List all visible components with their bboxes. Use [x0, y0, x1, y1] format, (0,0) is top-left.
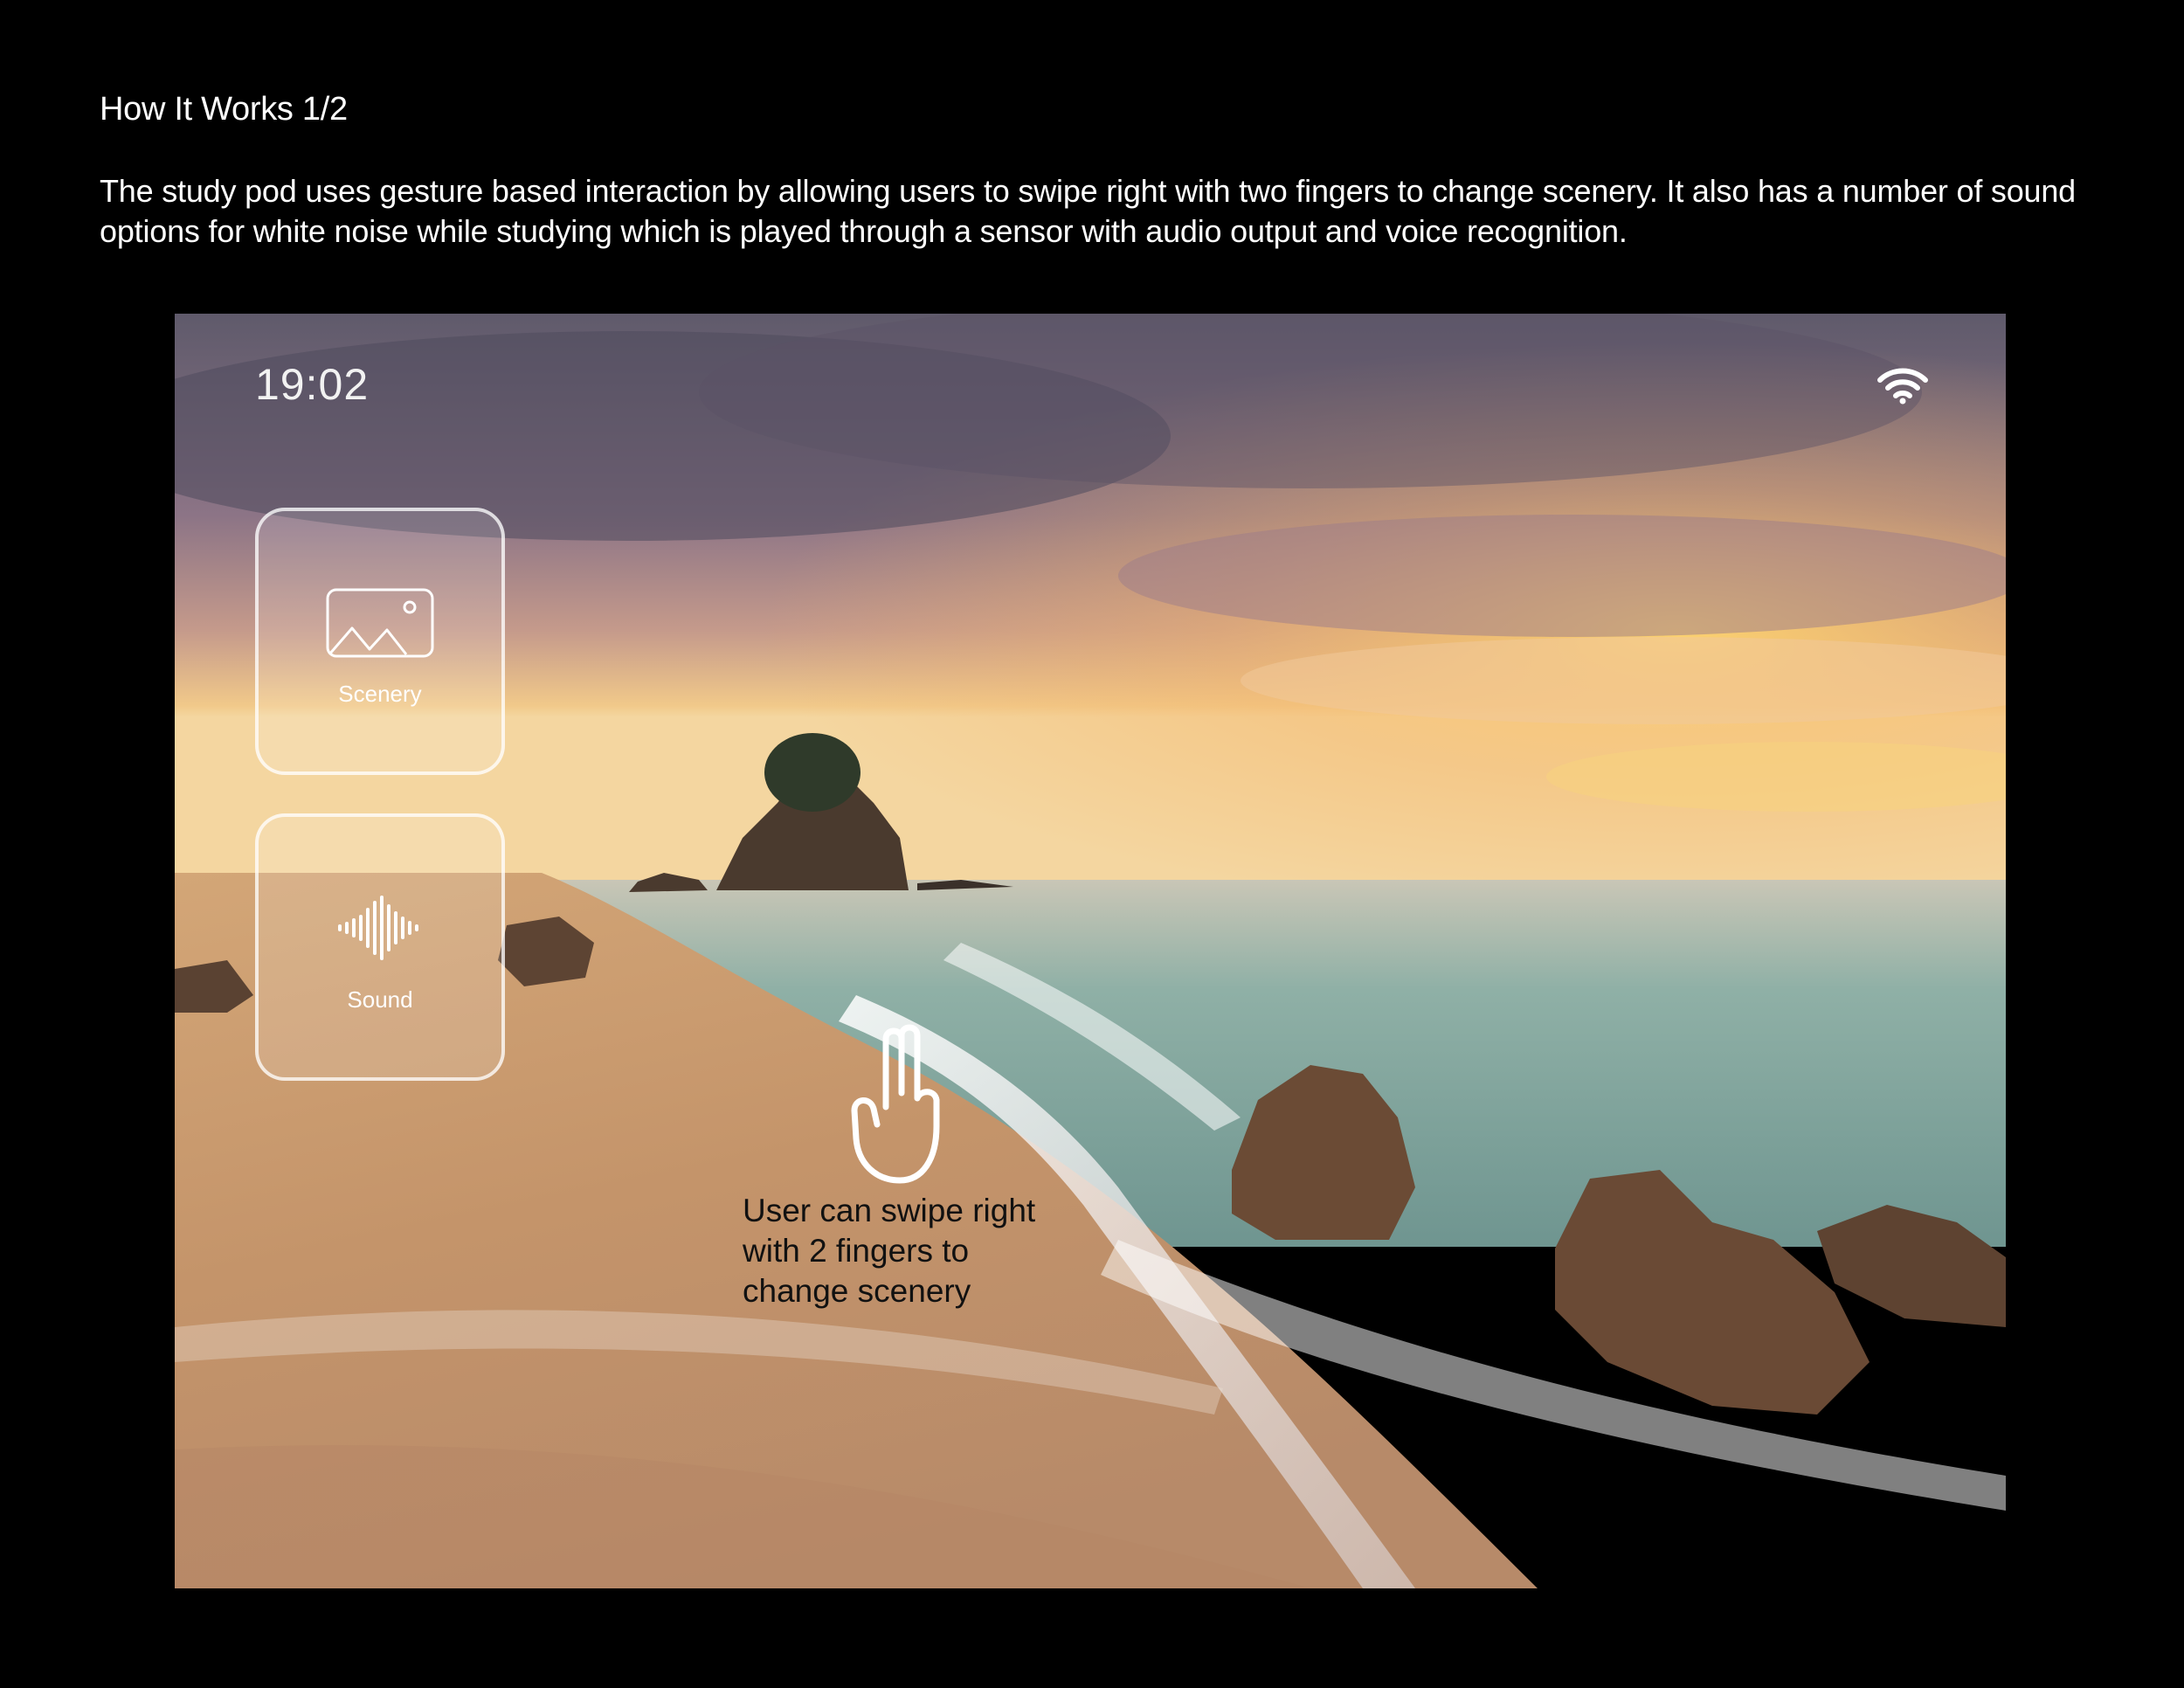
gesture-instruction: User can swipe right with 2 fingers to c… — [743, 1191, 1109, 1311]
page-title: How It Works 1/2 — [100, 91, 348, 128]
gesture-line: change scenery — [743, 1273, 971, 1309]
gesture-line: with 2 fingers to — [743, 1233, 970, 1269]
sound-label: Sound — [347, 986, 413, 1013]
sound-button[interactable]: Sound — [255, 813, 505, 1081]
sound-wave-icon — [338, 896, 418, 960]
page: How It Works 1/2 The study pod uses gest… — [0, 0, 2184, 1688]
scenery-label: Scenery — [338, 681, 422, 707]
gesture-line: User can swipe right — [743, 1193, 1036, 1228]
wifi-icon — [1877, 368, 1928, 405]
image-icon — [326, 588, 434, 658]
device-screen[interactable]: 19:02 Scenery Sound User can swipe right… — [175, 314, 2006, 1588]
page-description: The study pod uses gesture based interac… — [100, 173, 2077, 249]
status-bar-time: 19:02 — [255, 360, 370, 409]
two-finger-hand-icon — [851, 1024, 940, 1184]
scenery-button[interactable]: Scenery — [255, 508, 505, 775]
